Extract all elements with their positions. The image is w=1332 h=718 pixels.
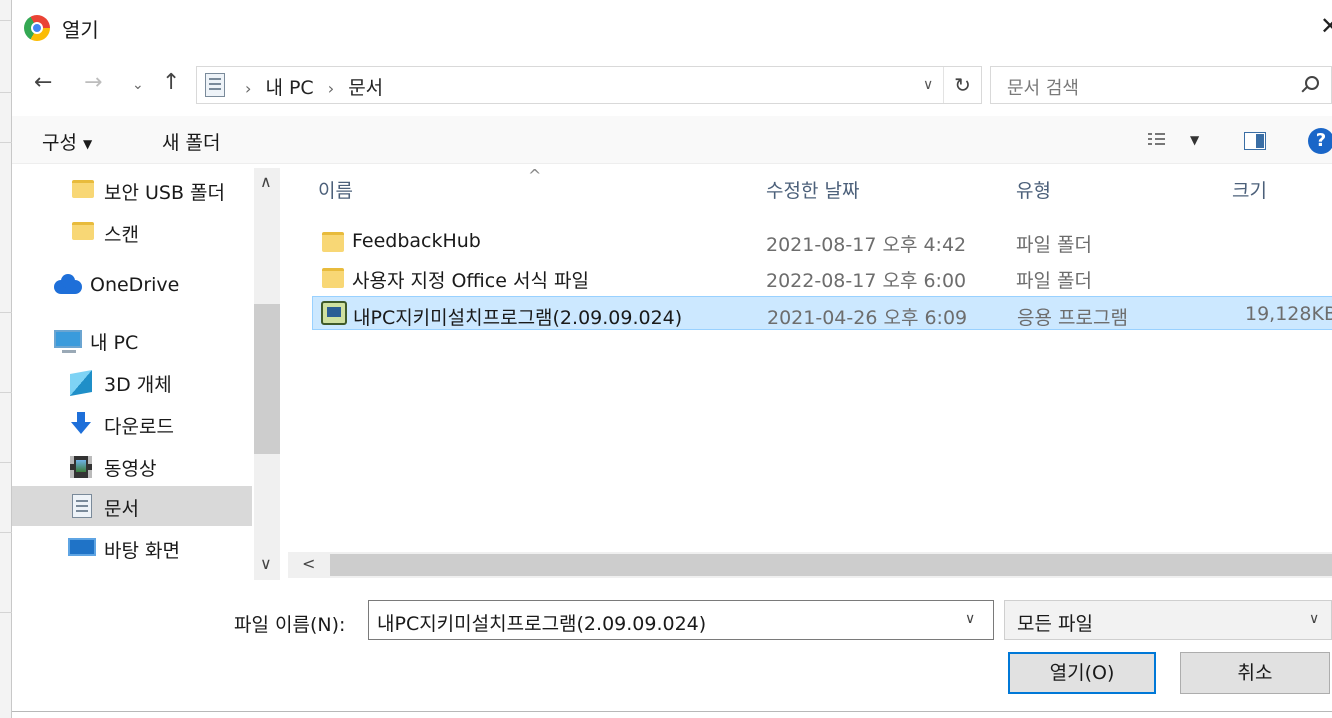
sidebar-item-label: OneDrive bbox=[90, 274, 180, 296]
sort-ascending-icon: ^ bbox=[528, 166, 542, 185]
up-arrow-icon[interactable]: ↑ bbox=[162, 70, 180, 95]
open-file-dialog: 열기 ✕ ← → ⌄ ↑ › 내 PC › 문서 ∨ ↻ 문서 검색 구성 ▼ 새… bbox=[12, 0, 1332, 712]
sidebar-item-secure-usb-folder[interactable]: 보안 USB 폴더 bbox=[12, 170, 252, 210]
open-button[interactable]: 열기(O) bbox=[1008, 652, 1156, 694]
file-row[interactable]: FeedbackHub 2021-08-17 오후 4:42 파일 폴더 bbox=[312, 224, 1332, 258]
view-caret-down-icon[interactable]: ▼ bbox=[1190, 133, 1199, 147]
filetype-value: 모든 파일 bbox=[1017, 613, 1093, 635]
scrollbar-thumb[interactable] bbox=[254, 304, 280, 454]
file-list-horizontal-scrollbar[interactable]: < bbox=[288, 552, 1332, 578]
new-folder-button[interactable]: 새 폴더 bbox=[162, 128, 220, 155]
search-placeholder: 문서 검색 bbox=[1007, 78, 1079, 99]
file-modified: 2022-08-17 오후 6:00 bbox=[766, 270, 967, 292]
file-name: FeedbackHub bbox=[352, 230, 481, 252]
cancel-button[interactable]: 취소 bbox=[1180, 652, 1330, 694]
breadcrumb-separator-icon: › bbox=[327, 79, 335, 98]
help-icon[interactable]: ? bbox=[1308, 128, 1332, 154]
filename-input[interactable]: 내PC지키미설치프로그램(2.09.09.024) ∨ bbox=[368, 600, 994, 640]
sidebar-item-onedrive[interactable]: OneDrive bbox=[12, 266, 252, 306]
filetype-select[interactable]: 모든 파일 ∨ bbox=[1004, 600, 1332, 640]
close-button[interactable]: ✕ bbox=[1320, 12, 1332, 40]
file-type: 응용 프로그램 bbox=[1017, 307, 1128, 329]
file-row-selected[interactable]: 내PC지키미설치프로그램(2.09.09.024) 2021-04-26 오후 … bbox=[312, 296, 1332, 330]
cloud-icon bbox=[54, 274, 82, 294]
file-name: 내PC지키미설치프로그램(2.09.09.024) bbox=[353, 307, 683, 329]
documents-location-icon bbox=[205, 73, 225, 97]
caret-down-icon: ▼ bbox=[82, 136, 93, 151]
sidebar-item-label: 내 PC bbox=[90, 332, 139, 354]
title-bar: 열기 ✕ bbox=[12, 0, 1332, 56]
sidebar-item-label: 문서 bbox=[104, 498, 139, 520]
sidebar-item-label: 3D 개체 bbox=[104, 374, 172, 396]
document-icon bbox=[72, 494, 92, 518]
file-name: 사용자 지정 Office 서식 파일 bbox=[352, 270, 589, 292]
organize-button[interactable]: 구성 ▼ bbox=[42, 128, 92, 155]
sidebar-item-downloads[interactable]: 다운로드 bbox=[12, 404, 252, 444]
file-type: 파일 폴더 bbox=[1016, 270, 1092, 292]
sidebar-item-3d-objects[interactable]: 3D 개체 bbox=[12, 362, 252, 402]
recent-locations-chevron-icon[interactable]: ⌄ bbox=[132, 77, 144, 93]
scrollbar-thumb[interactable] bbox=[330, 554, 1332, 576]
breadcrumb-separator-icon: › bbox=[245, 79, 252, 98]
file-size: 19,128KB bbox=[1245, 303, 1332, 325]
breadcrumb: › 내 PC › 문서 bbox=[237, 73, 383, 100]
address-bar[interactable]: › 내 PC › 문서 ∨ ↻ bbox=[196, 66, 982, 104]
search-icon bbox=[1305, 76, 1319, 90]
sidebar-item-label: 스캔 bbox=[104, 224, 139, 246]
forward-arrow-icon[interactable]: → bbox=[84, 70, 102, 95]
address-history-chevron-icon[interactable]: ∨ bbox=[923, 77, 933, 93]
sidebar-item-this-pc[interactable]: 내 PC bbox=[12, 320, 252, 360]
search-input[interactable]: 문서 검색 bbox=[990, 66, 1332, 104]
cube-icon bbox=[70, 370, 92, 396]
filename-value: 내PC지키미설치프로그램(2.09.09.024) bbox=[377, 613, 707, 635]
chevron-down-icon: ∨ bbox=[1309, 611, 1320, 627]
scroll-down-icon[interactable]: ∨ bbox=[260, 554, 272, 573]
back-arrow-icon[interactable]: ← bbox=[34, 70, 52, 95]
sidebar-item-videos[interactable]: 동영상 bbox=[12, 446, 252, 486]
navigation-bar: ← → ⌄ ↑ › 내 PC › 문서 ∨ ↻ 문서 검색 bbox=[12, 60, 1332, 108]
computer-icon bbox=[54, 330, 82, 353]
sidebar-item-documents[interactable]: 문서 bbox=[12, 486, 252, 526]
column-header-name[interactable]: 이름 bbox=[318, 176, 353, 203]
window-title: 열기 bbox=[62, 18, 99, 42]
folder-icon bbox=[72, 222, 94, 240]
filename-history-chevron-icon[interactable]: ∨ bbox=[965, 611, 975, 627]
background-window-edge bbox=[0, 0, 12, 718]
scroll-left-icon[interactable]: < bbox=[302, 554, 315, 573]
view-options-icon[interactable] bbox=[1148, 133, 1168, 149]
sidebar-item-label: 보안 USB 폴더 bbox=[104, 182, 226, 204]
sidebar-item-label: 바탕 화면 bbox=[104, 540, 180, 562]
film-icon bbox=[70, 456, 92, 478]
column-header-size[interactable]: 크기 bbox=[1232, 176, 1267, 203]
scroll-up-icon[interactable]: ∧ bbox=[260, 172, 272, 191]
download-arrow-icon bbox=[70, 412, 92, 436]
navigation-pane: 보안 USB 폴더 스캔 OneDrive 내 PC 3D 개체 다운로드 동영… bbox=[12, 168, 280, 580]
folder-icon bbox=[72, 180, 94, 198]
desktop-icon bbox=[68, 538, 96, 556]
file-list: ^ 이름 수정한 날짜 유형 크기 FeedbackHub 2021-08-17… bbox=[288, 166, 1332, 552]
chrome-logo-icon bbox=[24, 15, 50, 41]
column-header-type[interactable]: 유형 bbox=[1016, 176, 1051, 203]
preview-pane-icon[interactable] bbox=[1244, 132, 1266, 150]
refresh-icon[interactable]: ↻ bbox=[943, 67, 981, 103]
command-bar: 구성 ▼ 새 폴더 ▼ ? bbox=[12, 116, 1332, 164]
folder-icon bbox=[322, 232, 344, 252]
organize-label: 구성 bbox=[42, 132, 77, 154]
sidebar-item-label: 동영상 bbox=[104, 458, 157, 480]
file-modified: 2021-08-17 오후 4:42 bbox=[766, 234, 967, 256]
breadcrumb-this-pc[interactable]: 내 PC bbox=[265, 77, 313, 99]
sidebar-item-desktop[interactable]: 바탕 화면 bbox=[12, 528, 252, 568]
breadcrumb-documents[interactable]: 문서 bbox=[348, 77, 383, 99]
application-icon bbox=[321, 301, 347, 325]
filename-label: 파일 이름(N): bbox=[234, 614, 346, 636]
sidebar-item-label: 다운로드 bbox=[104, 416, 174, 438]
column-header-modified[interactable]: 수정한 날짜 bbox=[766, 176, 859, 203]
file-modified: 2021-04-26 오후 6:09 bbox=[767, 307, 968, 329]
file-row[interactable]: 사용자 지정 Office 서식 파일 2022-08-17 오후 6:00 파… bbox=[312, 260, 1332, 294]
folder-icon bbox=[322, 268, 344, 288]
sidebar-item-scan[interactable]: 스캔 bbox=[12, 212, 252, 252]
file-type: 파일 폴더 bbox=[1016, 234, 1092, 256]
navigation-pane-scrollbar[interactable]: ∧ ∨ bbox=[254, 168, 280, 580]
